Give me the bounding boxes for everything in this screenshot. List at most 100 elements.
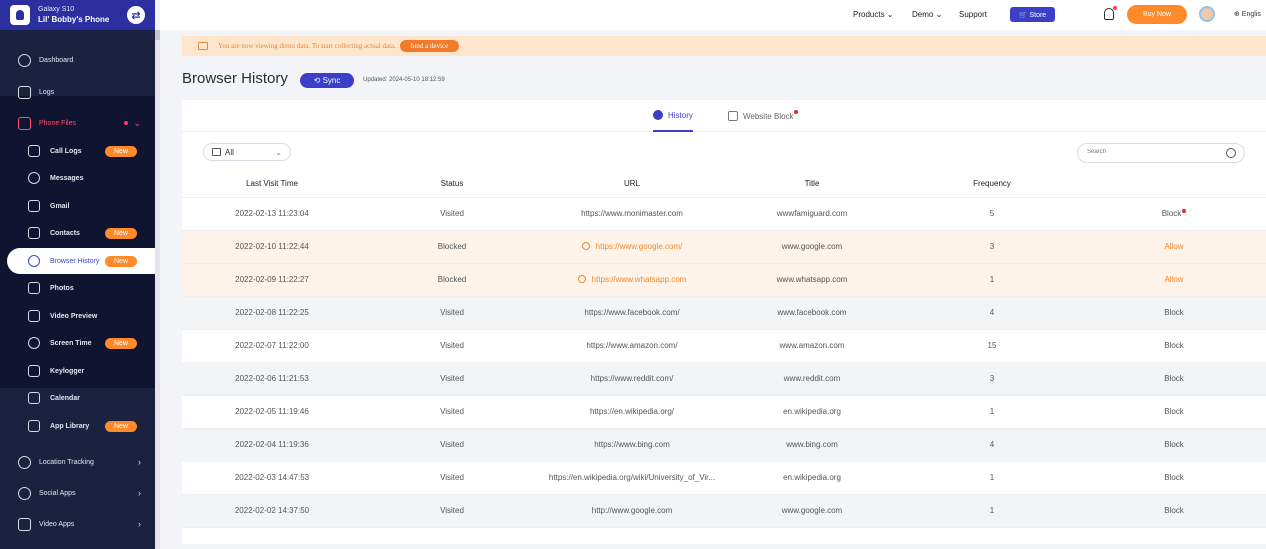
url-link[interactable]: https://www.amazon.com/ [542, 329, 722, 363]
filter-select[interactable]: All ⌄ [203, 143, 291, 161]
search-box [1077, 143, 1245, 163]
visit-time: 2022-02-08 11:22:25 [182, 296, 362, 330]
sidebar-item-logs[interactable]: Logs [0, 79, 155, 105]
sidebar-item-gmail[interactable]: Gmail [0, 193, 155, 219]
visit-time: 2022-02-07 11:22:00 [182, 329, 362, 363]
site-title: wwwfamiguard.com [722, 197, 902, 231]
store-button[interactable]: 🛒 Store [1010, 7, 1055, 22]
sidebar-item-contacts[interactable]: Contacts New [0, 220, 155, 246]
blocked-icon [577, 275, 586, 283]
sidebar-scrollbar[interactable] [155, 30, 160, 549]
column-header: Title [722, 171, 902, 198]
browser-history-icon [28, 255, 40, 267]
url-link[interactable]: https://www.bing.com [542, 428, 722, 462]
sidebar-item-photos[interactable]: Photos [0, 275, 155, 301]
frequency: 3 [902, 230, 1082, 264]
site-title: www.reddit.com [722, 362, 902, 396]
search-input[interactable] [1087, 149, 1217, 155]
browser-history-table: Last Visit Time Status URL Title Frequen… [182, 171, 1266, 528]
sidebar-item-dashboard[interactable]: Dashboard [0, 47, 155, 73]
visit-time: 2022-02-05 11:19:46 [182, 395, 362, 429]
nav-support[interactable]: Support [959, 10, 987, 19]
status: Visited [362, 197, 542, 231]
url-link[interactable]: https://www.reddit.com/ [542, 362, 722, 396]
block-button[interactable]: Block [1082, 461, 1266, 495]
status: Blocked [362, 230, 542, 264]
status: Visited [362, 395, 542, 429]
calendar-icon [212, 148, 221, 156]
sidebar-item-location-tracking[interactable]: Location Tracking › [0, 449, 155, 475]
tab-history[interactable]: History [653, 100, 693, 132]
search-icon[interactable] [1226, 148, 1236, 158]
notification-dot [793, 110, 798, 114]
demo-banner-text: You are now viewing demo data. To start … [218, 42, 396, 50]
bind-device-button[interactable]: bind a device [399, 40, 460, 52]
device-selector[interactable]: Galaxy S10 Lil' Bobby's Phone ⇄ [0, 0, 155, 30]
allow-button[interactable]: Allow [1082, 230, 1266, 264]
status: Visited [362, 428, 542, 462]
table-row: 2022-02-09 11:22:27 Blocked https://www.… [182, 263, 1266, 297]
url-link[interactable]: https://en.wikipedia.org/ [542, 395, 722, 429]
url-link[interactable]: https://www.whatsapp.com [542, 263, 722, 297]
buy-now-button[interactable]: Buy Now [1127, 5, 1187, 24]
url-link[interactable]: https://www.google.com/ [542, 230, 722, 264]
table-row: 2022-02-02 14:37:50 Visited http://www.g… [182, 494, 1266, 528]
url-link[interactable]: https://en.wikipedia.org/wiki/University… [542, 461, 722, 495]
nav-products[interactable]: Products ⌄ [853, 10, 894, 19]
sidebar-item-social-apps[interactable]: Social Apps › [0, 480, 155, 506]
new-badge: New [104, 227, 137, 239]
frequency: 1 [902, 461, 1082, 495]
sidebar-item-video-preview[interactable]: Video Preview [0, 303, 155, 329]
message-icon [28, 172, 40, 184]
sync-button[interactable]: ⟲ Sync [300, 73, 354, 88]
sidebar-item-screen-time[interactable]: Screen Time New [0, 330, 155, 356]
block-button[interactable]: Block [1082, 428, 1266, 462]
site-title: www.facebook.com [722, 296, 902, 330]
sidebar-item-call-logs[interactable]: Call Logs New [0, 138, 155, 164]
block-button[interactable]: Block [1082, 296, 1266, 330]
language-selector[interactable]: ⊕ Englis [1234, 10, 1261, 18]
block-button[interactable]: Block [1082, 494, 1266, 528]
frequency: 3 [902, 362, 1082, 396]
android-icon [10, 5, 30, 25]
tab-website-block[interactable]: Website Block [728, 100, 798, 132]
visit-time: 2022-02-10 11:22:44 [182, 230, 362, 264]
app-library-icon [28, 420, 40, 432]
contacts-icon [28, 227, 40, 239]
nav-demo[interactable]: Demo ⌄ [912, 10, 942, 19]
bell-icon[interactable] [1104, 6, 1117, 20]
table-row: 2022-02-05 11:19:46 Visited https://en.w… [182, 395, 1266, 429]
sidebar-item-messages[interactable]: Messages [0, 165, 155, 191]
visit-time: 2022-02-09 11:22:27 [182, 263, 362, 297]
sidebar-item-keylogger[interactable]: Keylogger [0, 358, 155, 384]
column-header: Last Visit Time [182, 171, 362, 198]
block-button[interactable]: Block [1082, 362, 1266, 396]
sidebar-item-calendar[interactable]: Calendar [0, 385, 155, 411]
frequency: 1 [902, 494, 1082, 528]
chevron-right-icon: › [138, 488, 141, 498]
keyboard-icon [28, 365, 40, 377]
table-row: 2022-02-13 11:23:04 Visited https://www.… [182, 197, 1266, 231]
sidebar-item-video-apps[interactable]: Video Apps › [0, 511, 155, 537]
sidebar-item-phone-files[interactable]: Phone Files ⌄ [0, 110, 155, 136]
sidebar-item-browser-history[interactable]: Browser History New [7, 248, 155, 274]
url-link[interactable]: http://www.google.com [542, 494, 722, 528]
switch-device-icon[interactable]: ⇄ [127, 6, 145, 24]
mail-icon [28, 200, 40, 212]
url-link[interactable]: https://www.monimaster.com [542, 197, 722, 231]
avatar[interactable] [1199, 6, 1215, 22]
chevron-down-icon: ⌄ [275, 147, 282, 157]
column-header [1082, 171, 1266, 198]
blocked-icon [581, 242, 590, 250]
site-title: www.whatsapp.com [722, 263, 902, 297]
device-owner: Lil' Bobby's Phone [38, 15, 110, 24]
block-button[interactable]: Block [1082, 197, 1266, 231]
clock-icon [653, 110, 663, 120]
new-badge: New [104, 420, 137, 432]
block-button[interactable]: Block [1082, 329, 1266, 363]
table-row: 2022-02-03 14:47:53 Visited https://en.w… [182, 461, 1266, 495]
url-link[interactable]: https://www.facebook.com/ [542, 296, 722, 330]
block-button[interactable]: Block [1082, 395, 1266, 429]
sidebar-item-app-library[interactable]: App Library New [0, 413, 155, 439]
allow-button[interactable]: Allow [1082, 263, 1266, 297]
